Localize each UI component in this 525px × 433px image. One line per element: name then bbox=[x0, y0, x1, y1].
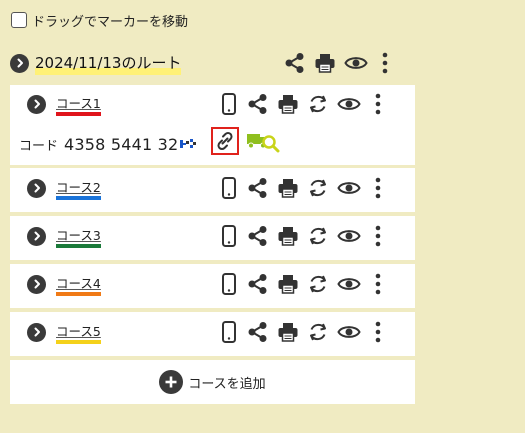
drag-marker-checkbox[interactable] bbox=[11, 12, 27, 28]
smartphone-icon[interactable] bbox=[222, 321, 236, 343]
share-icon[interactable] bbox=[247, 225, 269, 247]
smartphone-icon[interactable] bbox=[222, 93, 236, 115]
print-icon[interactable] bbox=[277, 177, 299, 199]
course-card-4: コース4 bbox=[10, 264, 415, 308]
code-value: 4358 5441 32 bbox=[64, 134, 179, 154]
share-icon[interactable] bbox=[247, 321, 269, 343]
share-icon[interactable] bbox=[247, 93, 269, 115]
refresh-icon[interactable] bbox=[307, 93, 329, 115]
smartphone-icon[interactable] bbox=[222, 273, 236, 295]
code-label: コード bbox=[19, 138, 59, 154]
truck-search-icon[interactable] bbox=[246, 129, 280, 159]
route-share-icon[interactable] bbox=[284, 52, 306, 74]
course-name-link[interactable]: コース3 bbox=[56, 225, 101, 248]
route-header: 2024/11/13のルート bbox=[10, 48, 515, 78]
add-course-button[interactable]: コースを追加 bbox=[10, 360, 415, 404]
course-name-link[interactable]: コース4 bbox=[56, 273, 101, 296]
course-expand-chevron-icon[interactable] bbox=[27, 94, 46, 114]
course-card-3: コース3 bbox=[10, 216, 415, 260]
print-icon[interactable] bbox=[277, 321, 299, 343]
course-name-link[interactable]: コース2 bbox=[56, 177, 101, 200]
course-header-4: コース4 bbox=[10, 264, 415, 304]
refresh-icon[interactable] bbox=[307, 273, 329, 295]
share-icon[interactable] bbox=[247, 177, 269, 199]
eye-icon[interactable] bbox=[337, 95, 361, 113]
plus-icon bbox=[159, 370, 184, 394]
print-icon[interactable] bbox=[277, 225, 299, 247]
more-vert-icon[interactable] bbox=[375, 273, 381, 295]
eye-icon[interactable] bbox=[337, 323, 361, 341]
more-vert-icon[interactable] bbox=[375, 177, 381, 199]
drag-marker-label: ドラッグでマーカーを移動 bbox=[32, 14, 189, 30]
broken-link-icon bbox=[217, 131, 233, 151]
course-card-5: コース5 bbox=[10, 312, 415, 356]
course-header-3: コース3 bbox=[10, 216, 415, 256]
code-fragment-icon bbox=[180, 139, 197, 148]
route-print-icon[interactable] bbox=[314, 52, 336, 74]
route-eye-icon[interactable] bbox=[344, 54, 368, 72]
eye-icon[interactable] bbox=[337, 275, 361, 293]
course-header-1: コース1 bbox=[10, 85, 415, 123]
refresh-icon[interactable] bbox=[307, 177, 329, 199]
drag-marker-toggle[interactable]: ドラッグでマーカーを移動 bbox=[11, 10, 188, 30]
print-icon[interactable] bbox=[277, 273, 299, 295]
course-header-2: コース2 bbox=[10, 168, 415, 208]
course-card-2: コース2 bbox=[10, 168, 415, 212]
course-color-bar bbox=[56, 112, 101, 116]
course-header-5: コース5 bbox=[10, 312, 415, 352]
route-title: 2024/11/13のルート bbox=[35, 51, 182, 75]
course-color-bar bbox=[56, 196, 101, 200]
course-color-bar bbox=[56, 340, 101, 344]
eye-icon[interactable] bbox=[337, 227, 361, 245]
course-expand-chevron-icon[interactable] bbox=[27, 178, 46, 198]
print-icon[interactable] bbox=[277, 93, 299, 115]
course-expand-chevron-icon[interactable] bbox=[27, 226, 46, 246]
route-expand-chevron-icon[interactable] bbox=[10, 53, 29, 73]
refresh-icon[interactable] bbox=[307, 321, 329, 343]
course-code-row: コード 4358 5441 32 bbox=[10, 123, 415, 165]
refresh-icon[interactable] bbox=[307, 225, 329, 247]
course-card-1: コース1 コード 4358 5441 32 bbox=[10, 85, 415, 165]
eye-icon[interactable] bbox=[337, 179, 361, 197]
more-vert-icon[interactable] bbox=[375, 93, 381, 115]
smartphone-icon[interactable] bbox=[222, 225, 236, 247]
course-expand-chevron-icon[interactable] bbox=[27, 322, 46, 342]
add-course-label: コースを追加 bbox=[188, 376, 266, 392]
course-color-bar bbox=[56, 244, 101, 248]
share-icon[interactable] bbox=[247, 273, 269, 295]
broken-link-button[interactable] bbox=[211, 127, 239, 155]
course-name-link[interactable]: コース1 bbox=[56, 93, 101, 116]
course-color-bar bbox=[56, 292, 101, 296]
more-vert-icon[interactable] bbox=[375, 321, 381, 343]
route-more-icon[interactable] bbox=[382, 52, 388, 74]
course-expand-chevron-icon[interactable] bbox=[27, 274, 46, 294]
course-name-link[interactable]: コース5 bbox=[56, 321, 101, 344]
smartphone-icon[interactable] bbox=[222, 177, 236, 199]
more-vert-icon[interactable] bbox=[375, 225, 381, 247]
